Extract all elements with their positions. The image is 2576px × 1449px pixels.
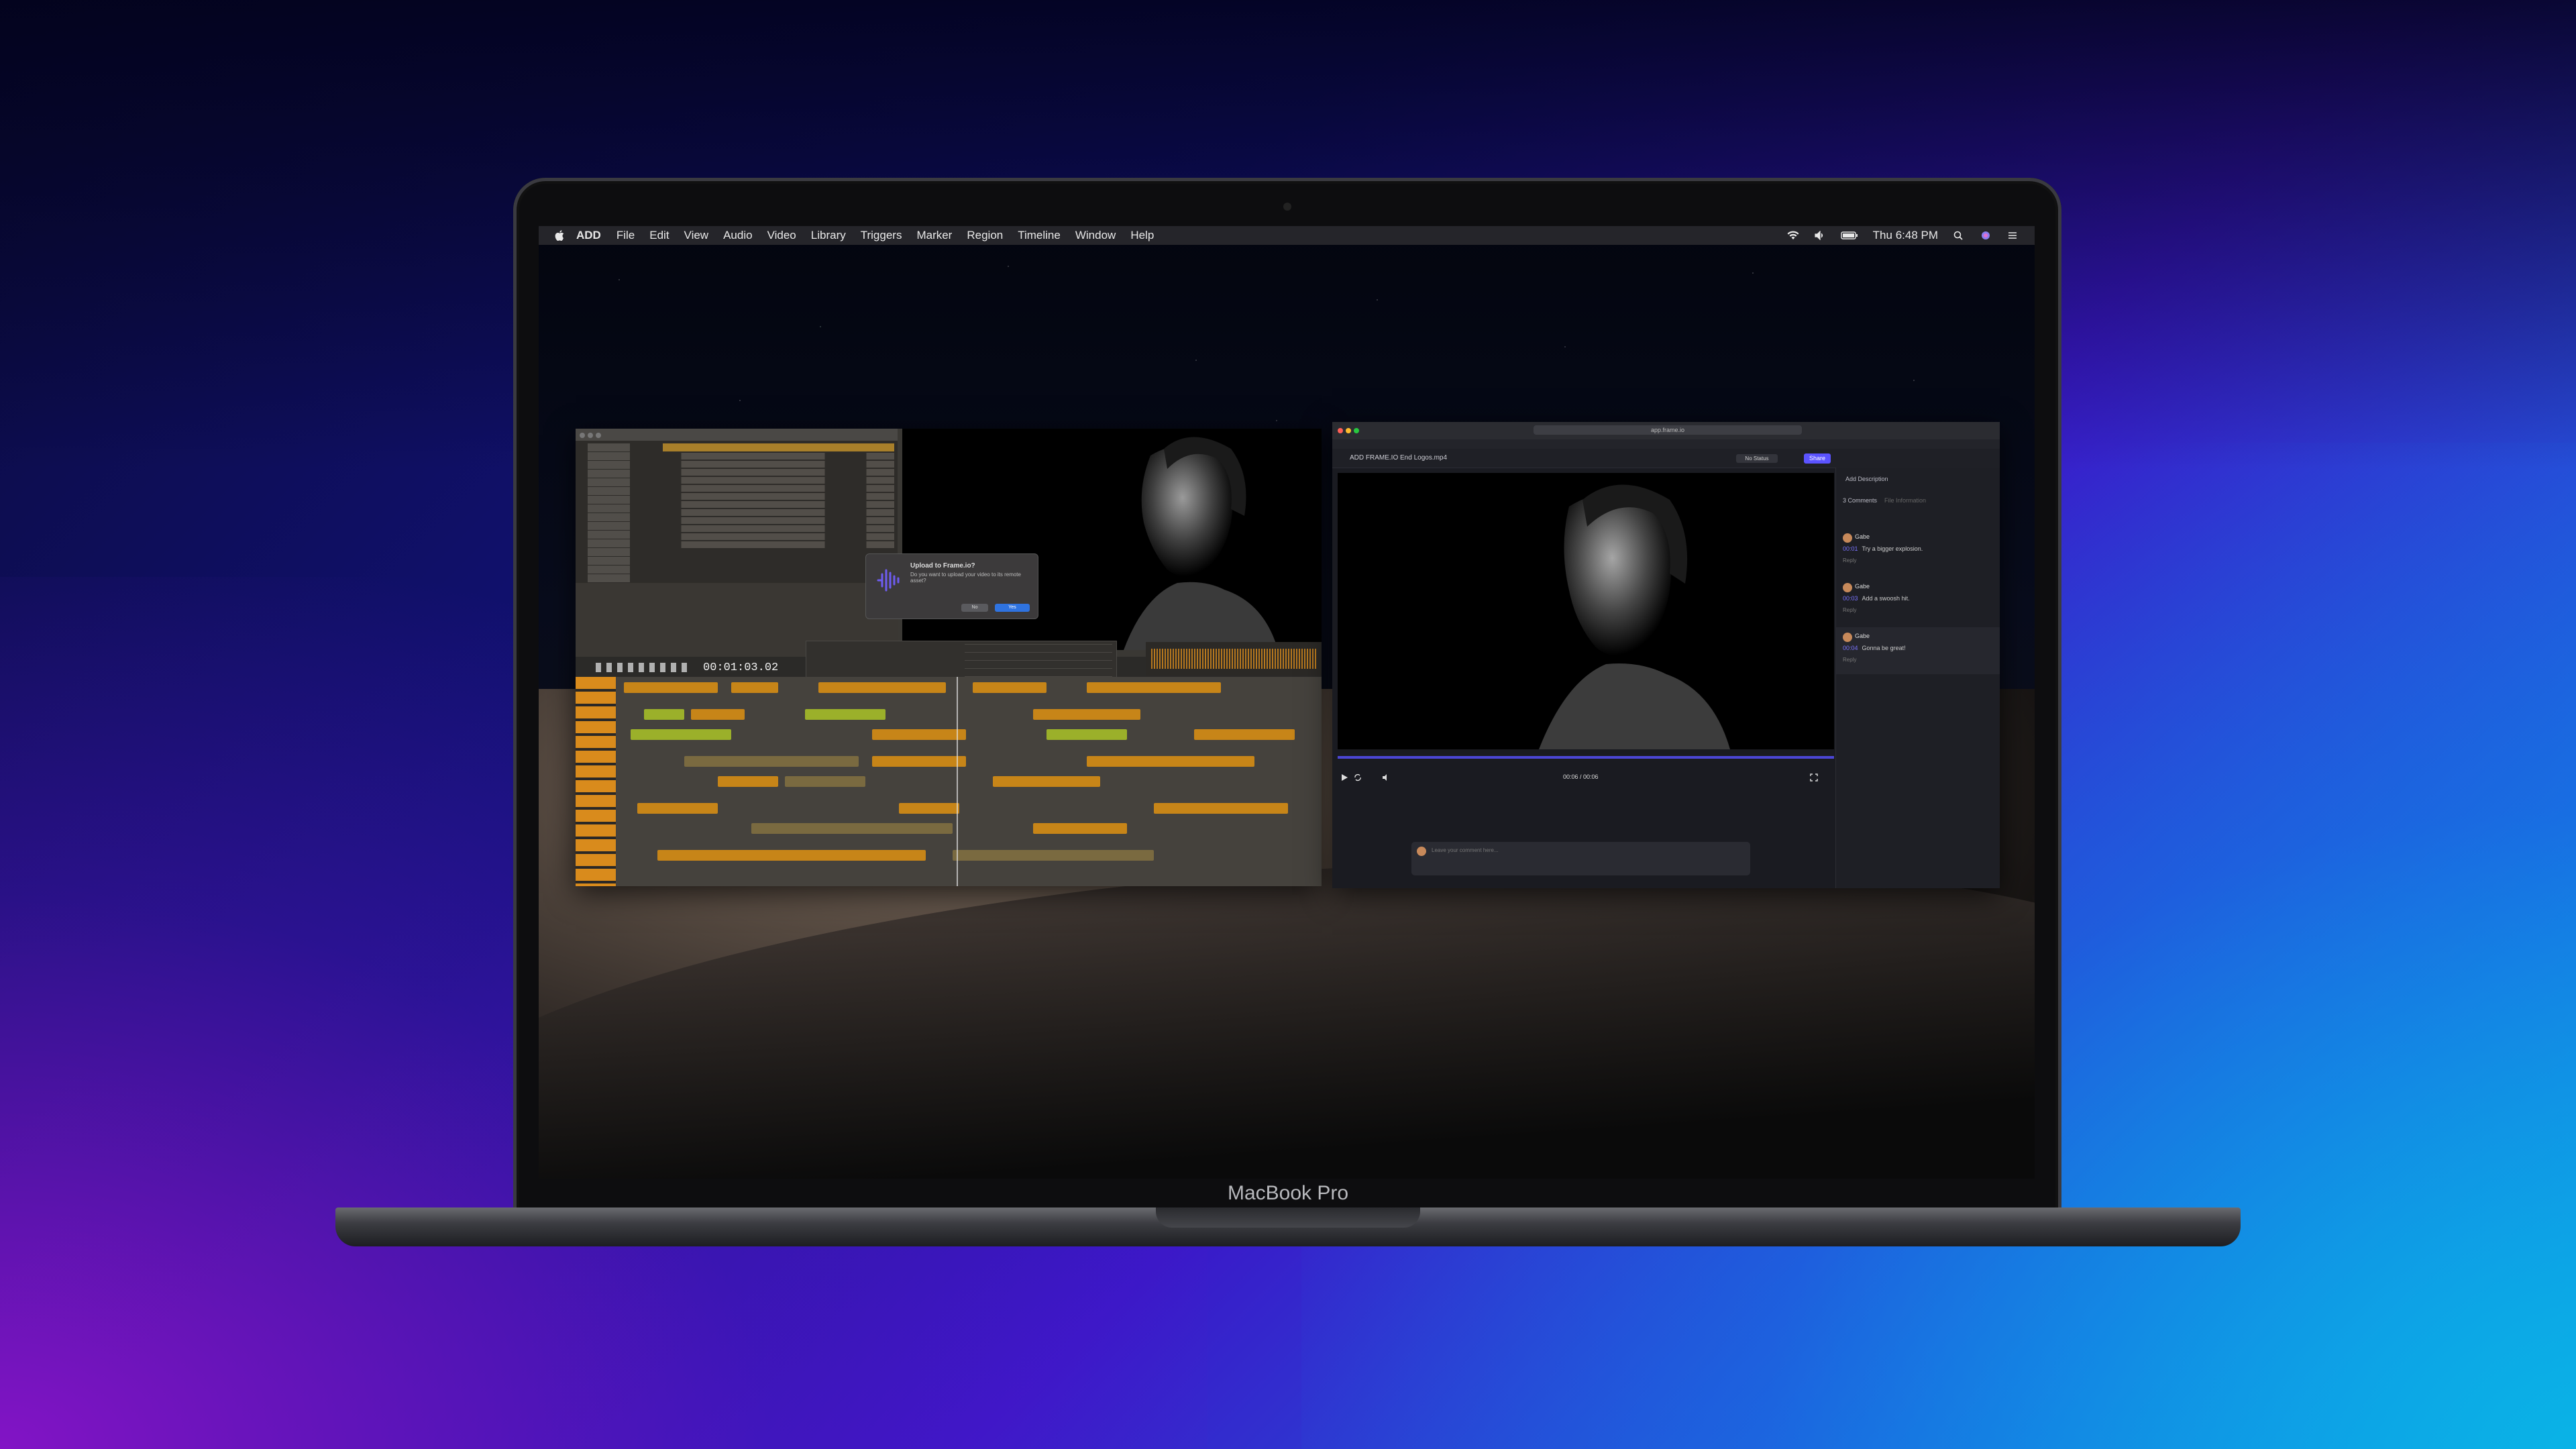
reply-link[interactable]: Reply xyxy=(1843,557,1856,564)
track-headers[interactable] xyxy=(576,677,616,886)
timeline-tracks[interactable] xyxy=(576,677,1322,886)
address-bar[interactable]: app.frame.io xyxy=(1534,425,1802,435)
menu-file[interactable]: File xyxy=(616,229,635,242)
comment-author: Gabe xyxy=(1855,533,1870,540)
video-player[interactable] xyxy=(1338,473,1834,749)
menu-video[interactable]: Video xyxy=(767,229,796,242)
avatar xyxy=(1417,847,1426,856)
comments-count-tab[interactable]: 3 Comments xyxy=(1843,497,1877,504)
comments-sidebar: Add Description 3 Comments File Informat… xyxy=(1835,468,2000,888)
comment-body: 00:03 Add a swoosh hit. xyxy=(1843,595,1910,602)
menu-region[interactable]: Region xyxy=(967,229,1003,242)
asset-title[interactable]: ADD FRAME.IO End Logos.mp4 xyxy=(1350,454,1447,462)
daw-window: Upload to Frame.io? Do you want to uploa… xyxy=(576,429,1322,886)
loop-icon[interactable] xyxy=(1354,773,1362,782)
zoom-icon[interactable] xyxy=(1354,428,1359,433)
volume-icon[interactable] xyxy=(1814,231,1826,240)
menu-view[interactable]: View xyxy=(684,229,709,242)
battery-icon[interactable] xyxy=(1840,231,1858,240)
avatar xyxy=(1843,533,1852,543)
play-icon[interactable] xyxy=(1340,773,1348,782)
frameio-browser-window: app.frame.io ADD FRAME.IO End Logos.mp4 … xyxy=(1332,422,2000,888)
menu-window[interactable]: Window xyxy=(1075,229,1116,242)
search-icon[interactable] xyxy=(1953,231,1965,240)
menu-marker[interactable]: Marker xyxy=(916,229,952,242)
menu-triggers[interactable]: Triggers xyxy=(861,229,902,242)
library-titlebar xyxy=(576,429,898,441)
reply-link[interactable]: Reply xyxy=(1843,657,1856,663)
close-icon[interactable] xyxy=(1338,428,1343,433)
menu-audio[interactable]: Audio xyxy=(723,229,752,242)
volume-icon[interactable] xyxy=(1382,773,1390,782)
fullscreen-icon[interactable] xyxy=(1810,773,1818,782)
comment-item[interactable]: Gabe 00:04 Gonna be great! Reply xyxy=(1836,627,2000,674)
apple-icon[interactable] xyxy=(553,229,567,242)
menu-timeline[interactable]: Timeline xyxy=(1018,229,1061,242)
waveform-preview xyxy=(1146,642,1322,676)
comment-timecode[interactable]: 00:01 xyxy=(1843,545,1858,552)
minimize-icon[interactable] xyxy=(1346,428,1351,433)
close-icon[interactable] xyxy=(580,433,585,438)
comment-timecode[interactable]: 00:03 xyxy=(1843,595,1858,602)
bookmarks-bar[interactable] xyxy=(1332,439,2000,449)
comment-text: Gonna be great! xyxy=(1862,645,1906,651)
menu-app-name[interactable]: ADD xyxy=(576,229,601,242)
comment-body: 00:04 Gonna be great! xyxy=(1843,645,1906,651)
selected-file-row[interactable] xyxy=(663,443,894,451)
wifi-icon[interactable] xyxy=(1787,231,1799,240)
dialog-title: Upload to Frame.io? xyxy=(910,562,975,570)
daw-timecode: 00:01:03.02 xyxy=(703,661,779,674)
comment-placeholder: Leave your comment here... xyxy=(1432,847,1499,853)
laptop-screen: ADD File Edit View Audio Video Library T… xyxy=(539,226,2035,1179)
dialog-message: Do you want to upload your video to its … xyxy=(910,572,1021,584)
comment-item[interactable]: Gabe 00:01 Try a bigger explosion. Reply xyxy=(1836,528,2000,575)
library-tree[interactable] xyxy=(588,443,658,582)
status-dropdown[interactable]: No Status xyxy=(1736,454,1778,463)
avatar xyxy=(1843,583,1852,592)
reply-link[interactable]: Reply xyxy=(1843,607,1856,613)
comment-text: Try a bigger explosion. xyxy=(1862,545,1923,552)
upload-dialog: Upload to Frame.io? Do you want to uploa… xyxy=(865,553,1038,619)
menu-help[interactable]: Help xyxy=(1130,229,1154,242)
comment-text: Add a swoosh hit. xyxy=(1862,595,1910,602)
menu-bar: ADD File Edit View Audio Video Library T… xyxy=(539,226,2035,245)
library-panel xyxy=(576,429,898,583)
comment-author: Gabe xyxy=(1855,633,1870,639)
device-brand-label: MacBook Pro xyxy=(1227,1182,1349,1204)
zoom-icon[interactable] xyxy=(596,433,601,438)
comment-timecode[interactable]: 00:04 xyxy=(1843,645,1858,651)
player-timecode: 00:06 / 00:06 xyxy=(1563,773,1599,780)
avatar xyxy=(1843,633,1852,642)
laptop-hinge-notch xyxy=(1156,1208,1420,1228)
menu-clock[interactable]: Thu 6:48 PM xyxy=(1873,229,1938,242)
share-button[interactable]: Share xyxy=(1804,453,1831,464)
camera-icon xyxy=(1283,203,1291,211)
library-file-list[interactable] xyxy=(663,443,894,578)
file-info-tab[interactable]: File Information xyxy=(1884,497,1926,504)
menu-edit[interactable]: Edit xyxy=(649,229,669,242)
menu-status-area: Thu 6:48 PM xyxy=(1787,229,2019,242)
control-center-icon[interactable] xyxy=(2006,231,2019,240)
timeline-clips xyxy=(617,682,1322,883)
transport-buttons[interactable] xyxy=(596,663,690,672)
browser-toolbar: app.frame.io xyxy=(1332,422,2000,439)
comment-input[interactable]: Leave your comment here... xyxy=(1411,842,1750,875)
menu-library[interactable]: Library xyxy=(811,229,846,242)
portrait-image xyxy=(1338,473,1834,749)
no-button[interactable]: No xyxy=(961,604,988,612)
comment-author: Gabe xyxy=(1855,583,1870,590)
player-controls: 00:06 / 00:06 xyxy=(1338,771,1834,784)
yes-button[interactable]: Yes xyxy=(995,604,1030,612)
comment-body: 00:01 Try a bigger explosion. xyxy=(1843,545,1923,552)
add-description-link[interactable]: Add Description xyxy=(1845,476,1888,482)
siri-icon[interactable] xyxy=(1980,231,1992,240)
video-scrubber[interactable] xyxy=(1338,756,1834,759)
comment-item[interactable]: Gabe 00:03 Add a swoosh hit. Reply xyxy=(1836,578,2000,625)
playhead[interactable] xyxy=(957,677,958,886)
asset-header: ADD FRAME.IO End Logos.mp4 No Status Sha… xyxy=(1332,449,2000,468)
minimize-icon[interactable] xyxy=(588,433,593,438)
sound-wave-icon xyxy=(877,569,900,592)
